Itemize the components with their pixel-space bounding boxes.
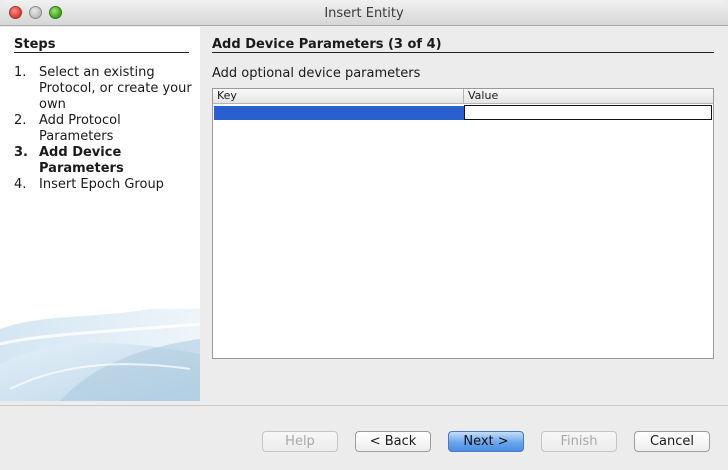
step-item-1: 1. Select an existing Protocol, or creat… [14,65,199,113]
back-button[interactable]: < Back [355,431,431,452]
step-number: 1. [14,65,27,80]
page-description: Add optional device parameters [212,66,421,81]
table-cell-key-selected[interactable] [214,106,464,120]
table-cell-value-editor[interactable] [464,105,712,120]
title-divider [212,52,714,53]
column-header-value[interactable]: Value [464,89,713,104]
next-button[interactable]: Next > [448,431,524,452]
step-number: 2. [14,113,27,128]
steps-heading: Steps [14,37,56,52]
step-label: Insert Epoch Group [39,177,164,192]
step-item-3-current: 3. Add Device Parameters [14,145,199,177]
device-parameters-table[interactable]: Key Value [212,88,714,359]
finish-button[interactable]: Finish [541,431,617,452]
step-item-2: 2. Add Protocol Parameters [14,113,199,145]
table-header: Key Value [213,89,713,104]
steps-divider [14,52,189,53]
title-bar: Insert Entity [0,0,728,26]
step-label: Select an existing Protocol, or create y… [39,65,192,112]
step-label: Add Protocol Parameters [39,113,121,144]
step-number: 3. [14,145,28,160]
step-item-4: 4. Insert Epoch Group [14,177,199,193]
decorative-swoosh-graphic [0,309,200,401]
column-header-key[interactable]: Key [213,89,464,104]
steps-panel: Steps 1. Select an existing Protocol, or… [0,27,200,401]
help-button[interactable]: Help [262,431,338,452]
step-label: Add Device Parameters [39,145,124,176]
step-list: 1. Select an existing Protocol, or creat… [14,65,199,193]
window-title: Insert Entity [324,6,404,21]
step-number: 4. [14,177,27,192]
page-title: Add Device Parameters (3 of 4) [212,37,442,52]
cancel-button[interactable]: Cancel [634,431,710,452]
footer-divider [0,405,728,406]
